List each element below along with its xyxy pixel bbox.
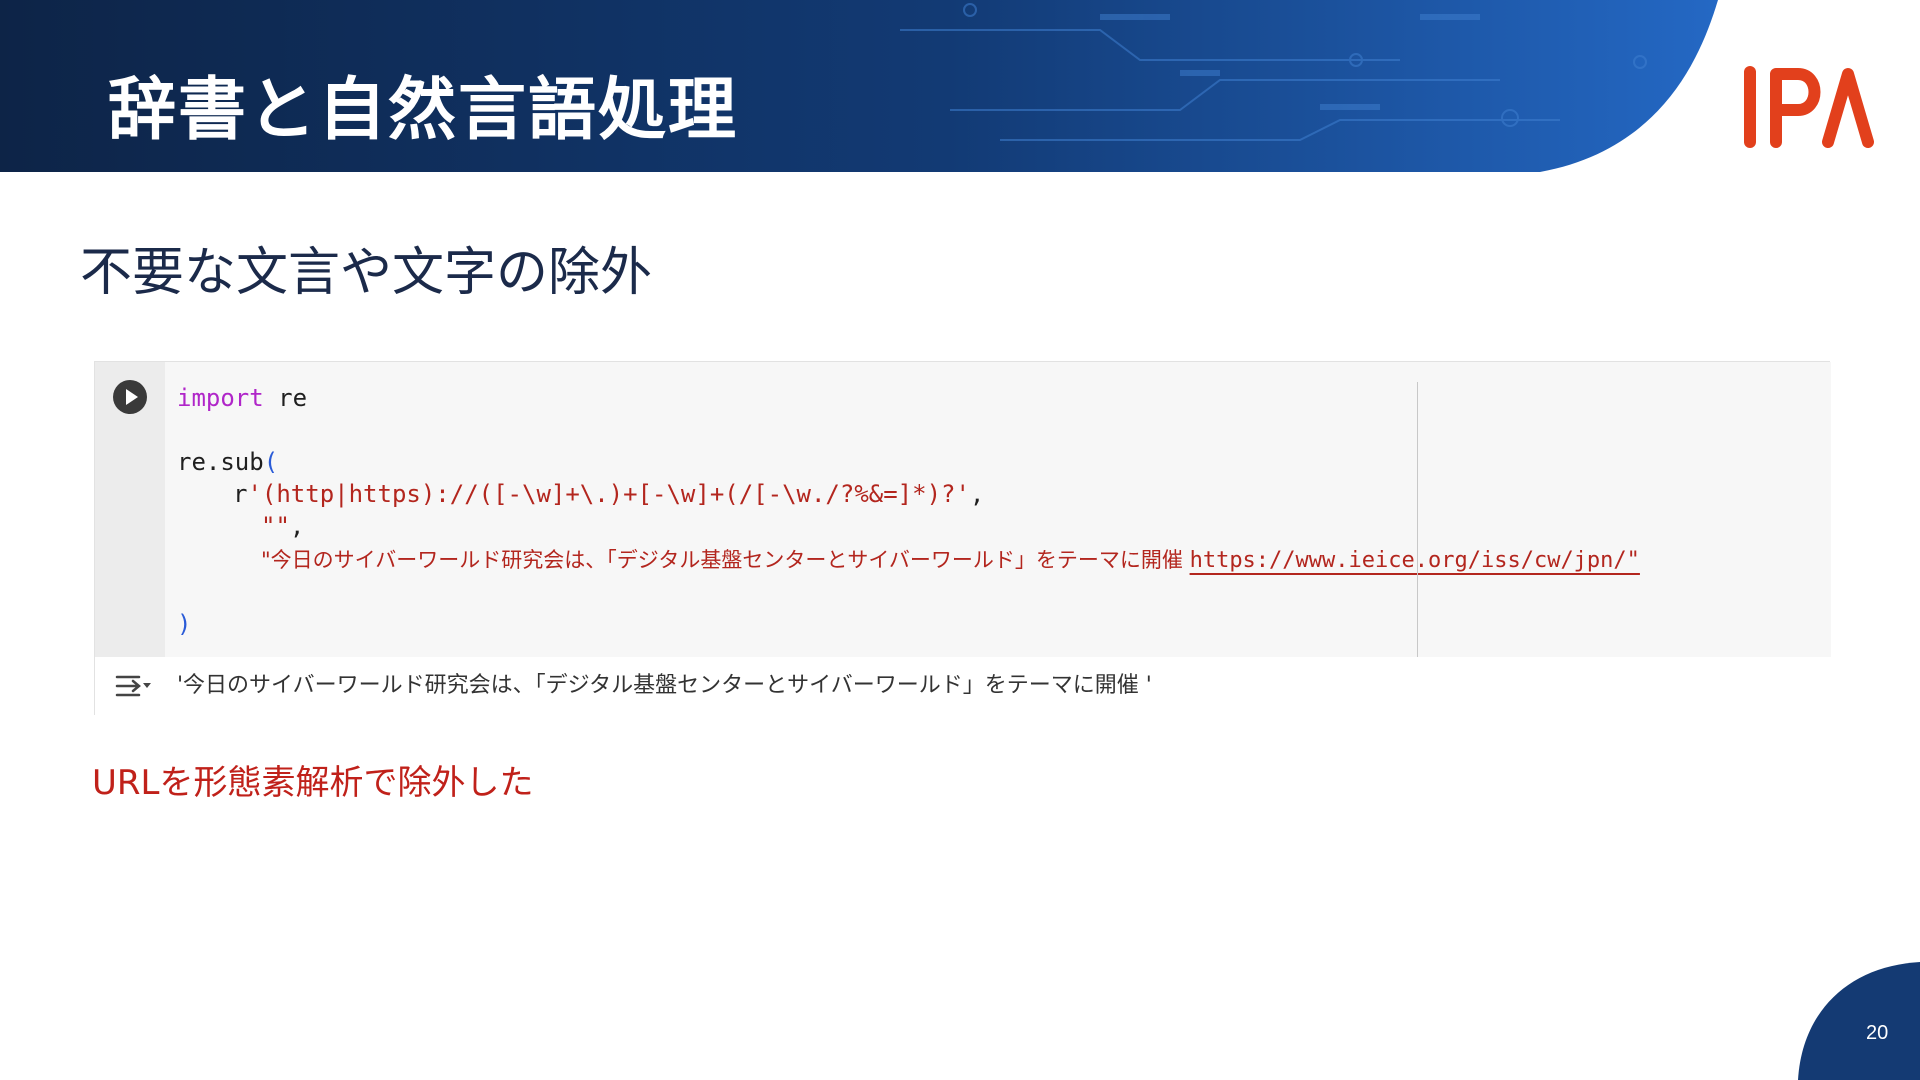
line-length-ruler	[1417, 382, 1418, 657]
replacement-string: ""	[261, 512, 290, 540]
page-number: 20	[1866, 1022, 1889, 1044]
cell-gutter	[95, 362, 165, 657]
code-line-4: "",	[261, 510, 304, 542]
input-string: "今日のサイバーワールド研究会は、「デジタル基盤センターとサイバーワールド」をテ…	[261, 548, 1190, 572]
code-line-5: "今日のサイバーワールド研究会は、「デジタル基盤センターとサイバーワールド」をテ…	[261, 544, 1640, 576]
code-editor-area[interactable]: import re re.sub( r'(http|https)://([-\w…	[95, 362, 1831, 657]
code-line-2: re.sub(	[177, 446, 278, 478]
play-circle-icon[interactable]	[113, 380, 147, 414]
slide-title: 辞書と自然言語処理	[108, 71, 739, 150]
page-corner-decoration	[1798, 962, 1920, 1080]
open-paren: (	[263, 448, 279, 476]
regex-pattern: '(http|https)://([-\w]+\.)+[-\w]+(/[-\w.…	[247, 480, 970, 508]
raw-prefix: r	[233, 480, 248, 508]
comma: ,	[289, 512, 305, 540]
section-heading: 不要な文言や文字の除外	[80, 243, 653, 303]
code-line-6: )	[177, 608, 191, 640]
cell-output: '今日のサイバーワールド研究会は、「デジタル基盤センターとサイバーワールド」をテ…	[95, 657, 1831, 715]
ipa-logo	[1744, 66, 1874, 148]
notebook-code-cell[interactable]: import re re.sub( r'(http|https)://([-\w…	[94, 361, 1831, 715]
comma: ,	[969, 480, 985, 508]
output-toggle-icon[interactable]	[113, 671, 153, 701]
keyword-import: import	[177, 384, 264, 412]
code-line-1: import re	[177, 382, 307, 414]
note-text: URLを形態素解析で除外した	[92, 763, 534, 803]
close-paren: )	[177, 610, 192, 638]
url-link[interactable]: https://www.ieice.org/iss/cw/jpn/"	[1190, 548, 1640, 573]
output-text: '今日のサイバーワールド研究会は、「デジタル基盤センターとサイバーワールド」をテ…	[177, 673, 1152, 698]
code-editor[interactable]: import re re.sub( r'(http|https)://([-\w…	[177, 372, 1817, 654]
code-line-3: r'(http|https)://([-\w]+\.)+[-\w]+(/[-\w…	[233, 478, 984, 510]
header-banner: 辞書と自然言語処理	[0, 0, 1920, 172]
function-call: re.sub	[177, 448, 264, 476]
module-name: re	[263, 384, 308, 412]
